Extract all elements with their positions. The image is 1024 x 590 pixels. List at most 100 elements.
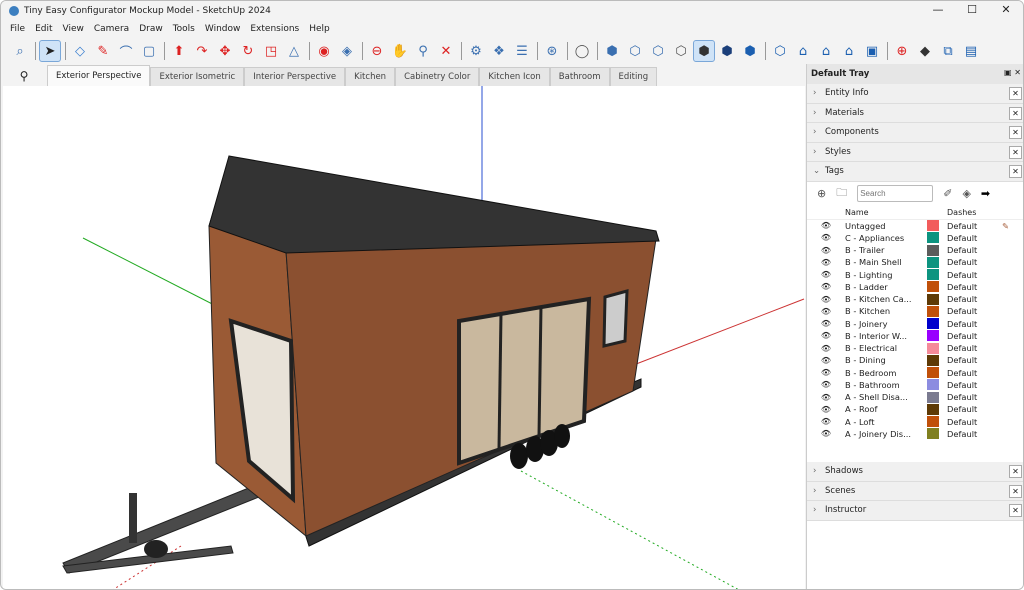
visibility-eye-icon[interactable]: 👁 bbox=[807, 417, 845, 426]
tag-tool-icon[interactable]: ◈ bbox=[962, 187, 970, 200]
tag-name[interactable]: B - Trailer bbox=[845, 245, 919, 255]
right-view-icon[interactable]: ⌂ bbox=[838, 40, 860, 62]
pan-icon[interactable]: ✋ bbox=[389, 40, 411, 62]
tag-search-input[interactable] bbox=[857, 185, 933, 202]
tag-row[interactable]: 👁 A - Joinery Dis... Default bbox=[807, 428, 1024, 440]
close-icon[interactable]: ✕ bbox=[1009, 146, 1022, 159]
tag-dashes[interactable]: Default bbox=[947, 221, 1002, 231]
xray-style-icon[interactable]: ⬢ bbox=[601, 40, 623, 62]
rotate-icon[interactable]: ↻ bbox=[237, 40, 259, 62]
tag-color-swatch[interactable] bbox=[927, 404, 939, 415]
visibility-eye-icon[interactable]: 👁 bbox=[807, 282, 845, 291]
close-icon[interactable]: ✕ bbox=[1009, 87, 1022, 100]
add-tag-icon[interactable]: ⊕ bbox=[817, 187, 826, 200]
tag-color-swatch[interactable] bbox=[927, 330, 939, 341]
layers-icon[interactable]: ☰ bbox=[511, 40, 533, 62]
tag-name[interactable]: C - Appliances bbox=[845, 233, 919, 243]
display-sections-icon[interactable]: ▤ bbox=[960, 40, 982, 62]
tag-color-swatch[interactable] bbox=[927, 428, 939, 439]
close-icon[interactable]: ✕ bbox=[1009, 107, 1022, 120]
offset-icon[interactable]: △ bbox=[283, 40, 305, 62]
panel-entity-info[interactable]: ›Entity Info✕ bbox=[807, 84, 1024, 104]
section-cuts-icon[interactable]: ⧉ bbox=[937, 40, 959, 62]
tag-row[interactable]: 👁 C - Appliances Default bbox=[807, 232, 1024, 244]
menu-help[interactable]: Help bbox=[309, 24, 330, 34]
tag-color-swatch[interactable] bbox=[927, 232, 939, 243]
visibility-eye-icon[interactable]: 👁 bbox=[807, 380, 845, 389]
tag-row[interactable]: 👁 B - Trailer Default bbox=[807, 244, 1024, 256]
tag-row[interactable]: 👁 Untagged Default✎ bbox=[807, 220, 1024, 232]
back-edges-icon[interactable]: ⬡ bbox=[624, 40, 646, 62]
visibility-eye-icon[interactable]: 👁 bbox=[807, 307, 845, 316]
extension-warehouse-icon[interactable]: ❖ bbox=[488, 40, 510, 62]
wireframe-icon[interactable]: ⬡ bbox=[647, 40, 669, 62]
arc-icon[interactable]: ⌒ bbox=[115, 40, 137, 62]
pin-close-icons[interactable]: ▣ ✕ bbox=[1004, 68, 1021, 77]
tag-row[interactable]: 👁 B - Bathroom Default bbox=[807, 379, 1024, 391]
pencil-icon[interactable]: ✎ bbox=[92, 40, 114, 62]
tape-measure-icon[interactable]: ◉ bbox=[313, 40, 335, 62]
tag-name[interactable]: B - Kitchen bbox=[845, 306, 919, 316]
tab-cabinetry-color[interactable]: Cabinetry Color bbox=[395, 67, 479, 86]
tag-dashes[interactable]: Default bbox=[947, 294, 1002, 304]
tag-dashes[interactable]: Default bbox=[947, 404, 1002, 414]
rectangle-icon[interactable]: ▢ bbox=[138, 40, 160, 62]
tag-row[interactable]: 👁 B - Lighting Default bbox=[807, 269, 1024, 281]
tag-row[interactable]: 👁 B - Joinery Default bbox=[807, 318, 1024, 330]
tag-color-swatch[interactable] bbox=[927, 367, 939, 378]
tag-color-swatch[interactable] bbox=[927, 294, 939, 305]
eraser-icon[interactable]: ◇ bbox=[69, 40, 91, 62]
menu-view[interactable]: View bbox=[63, 24, 84, 34]
tab-kitchen[interactable]: Kitchen bbox=[345, 67, 395, 86]
model-viewport[interactable] bbox=[3, 86, 805, 590]
shaded-textures-icon[interactable]: ⬢ bbox=[716, 40, 738, 62]
tag-name[interactable]: A - Joinery Dis... bbox=[845, 429, 919, 439]
tag-color-swatch[interactable] bbox=[927, 343, 939, 354]
menu-file[interactable]: File bbox=[10, 24, 25, 34]
tag-row[interactable]: 👁 B - Electrical Default bbox=[807, 342, 1024, 354]
push-pull-icon[interactable]: ⬆ bbox=[168, 40, 190, 62]
menu-window[interactable]: Window bbox=[205, 24, 241, 34]
tag-row[interactable]: 👁 A - Roof Default bbox=[807, 403, 1024, 415]
tab-exterior-perspective[interactable]: Exterior Perspective bbox=[47, 65, 150, 86]
tag-name[interactable]: B - Electrical bbox=[845, 343, 919, 353]
tag-dashes[interactable]: Default bbox=[947, 245, 1002, 255]
tab-editing[interactable]: Editing bbox=[610, 67, 658, 86]
search-icon[interactable]: ⌕ bbox=[9, 40, 31, 62]
tag-dashes[interactable]: Default bbox=[947, 282, 1002, 292]
top-view-icon[interactable]: ⌂ bbox=[792, 40, 814, 62]
tag-name[interactable]: A - Shell Disa... bbox=[845, 392, 919, 402]
close-icon[interactable]: ✕ bbox=[1009, 465, 1022, 478]
tab-exterior-isometric[interactable]: Exterior Isometric bbox=[150, 67, 244, 86]
visibility-eye-icon[interactable]: 👁 bbox=[807, 295, 845, 304]
tag-name[interactable]: A - Loft bbox=[845, 417, 919, 427]
visibility-eye-icon[interactable]: 👁 bbox=[807, 246, 845, 255]
tag-row[interactable]: 👁 B - Interior W... Default bbox=[807, 330, 1024, 342]
menu-edit[interactable]: Edit bbox=[35, 24, 52, 34]
tag-dashes[interactable]: Default bbox=[947, 343, 1002, 353]
tag-color-swatch[interactable] bbox=[927, 416, 939, 427]
close-icon[interactable]: ✕ bbox=[1009, 504, 1022, 517]
visibility-eye-icon[interactable]: 👁 bbox=[807, 344, 845, 353]
minimize-button[interactable]: — bbox=[921, 1, 955, 19]
account-icon[interactable]: ◯ bbox=[571, 40, 593, 62]
visibility-eye-icon[interactable]: 👁 bbox=[807, 270, 845, 279]
tab-bathroom[interactable]: Bathroom bbox=[550, 67, 610, 86]
follow-me-icon[interactable]: ↷ bbox=[191, 40, 213, 62]
paint-bucket-icon[interactable]: ◈ bbox=[336, 40, 358, 62]
monochrome-icon[interactable]: ⬢ bbox=[739, 40, 761, 62]
tag-dashes[interactable]: Default bbox=[947, 355, 1002, 365]
tag-color-swatch[interactable] bbox=[927, 281, 939, 292]
tag-color-swatch[interactable] bbox=[927, 379, 939, 390]
panel-components[interactable]: ›Components✕ bbox=[807, 123, 1024, 143]
tag-dashes[interactable]: Default bbox=[947, 270, 1002, 280]
zoom-icon[interactable]: ⚲ bbox=[412, 40, 434, 62]
iso-view-icon[interactable]: ⬡ bbox=[769, 40, 791, 62]
section-plane-icon[interactable]: ⊕ bbox=[891, 40, 913, 62]
panel-scenes[interactable]: ›Scenes✕ bbox=[807, 482, 1024, 502]
visibility-eye-icon[interactable]: 👁 bbox=[807, 393, 845, 402]
tag-color-swatch[interactable] bbox=[927, 269, 939, 280]
panel-tags[interactable]: ⌄Tags✕ bbox=[807, 162, 1024, 182]
close-icon[interactable]: ✕ bbox=[1009, 485, 1022, 498]
tag-dashes[interactable]: Default bbox=[947, 380, 1002, 390]
